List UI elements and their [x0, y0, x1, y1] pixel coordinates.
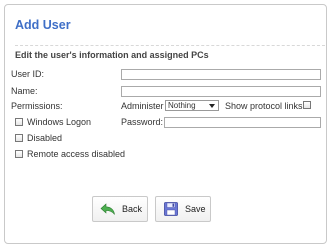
save-button-label: Save [185, 204, 206, 214]
administer-select[interactable]: Nothing [165, 100, 219, 111]
chevron-down-icon [209, 104, 215, 108]
permissions-label: Permissions: [11, 101, 63, 111]
save-button[interactable]: Save [155, 196, 211, 222]
back-button-label: Back [122, 204, 143, 214]
name-label: Name: [11, 86, 38, 96]
administer-label: Administer [121, 101, 164, 111]
windows-logon-label: Windows Logon [27, 117, 92, 127]
show-protocol-links-label: Show protocol links [225, 101, 303, 111]
page-subtitle: Edit the user's information and assigned… [15, 50, 209, 60]
password-input[interactable] [164, 117, 321, 128]
remote-access-disabled-label: Remote access disabled [27, 149, 126, 159]
windows-logon-checkbox[interactable] [15, 118, 23, 126]
remote-access-disabled-checkbox[interactable] [15, 150, 23, 158]
back-button[interactable]: Back [92, 196, 148, 222]
user-id-input[interactable] [121, 69, 321, 80]
administer-selected-value: Nothing [168, 101, 196, 110]
back-arrow-icon [100, 203, 115, 215]
password-label: Password: [121, 117, 164, 127]
add-user-panel: Add User Edit the user's information and… [4, 4, 327, 244]
name-input[interactable] [121, 86, 321, 97]
disabled-checkbox[interactable] [15, 134, 23, 142]
disabled-label: Disabled [27, 133, 63, 143]
floppy-disk-icon [164, 202, 178, 216]
page-title: Add User [15, 18, 71, 32]
title-divider [15, 45, 325, 46]
user-id-label: User ID: [11, 69, 45, 79]
show-protocol-links-checkbox[interactable] [303, 101, 311, 109]
